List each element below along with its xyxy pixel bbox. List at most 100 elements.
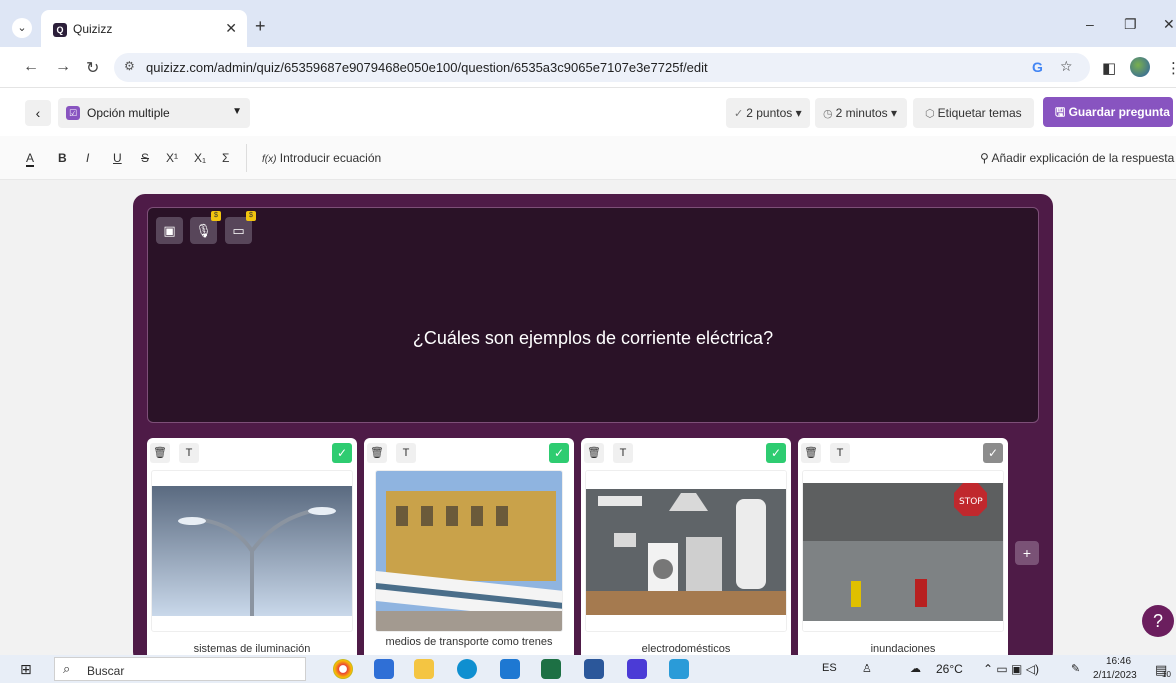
add-answer-button[interactable]: + <box>1015 541 1039 565</box>
minimize-icon[interactable]: – <box>1086 16 1094 32</box>
clock-date[interactable]: 2/11/2023 <box>1093 670 1137 681</box>
mail-icon[interactable] <box>500 659 520 679</box>
bookmark-star-icon[interactable]: ☆ <box>1060 58 1073 75</box>
help-button[interactable]: ? <box>1142 605 1174 637</box>
clock-time[interactable]: 16:46 <box>1106 656 1131 667</box>
answer-option[interactable]: 🗑 T ✓ medios de transporte como trenes <box>364 438 574 678</box>
new-tab-button[interactable]: + <box>255 16 266 37</box>
store-icon[interactable] <box>374 659 394 679</box>
correct-toggle-icon[interactable]: ✓ <box>549 443 569 463</box>
underline-button[interactable]: U <box>113 151 122 165</box>
weather-icon[interactable]: ☁ <box>910 662 921 675</box>
math-symbols-button[interactable]: Σ <box>222 151 229 165</box>
microphone-icon[interactable]: 🎙 $ <box>190 211 221 244</box>
points-dropdown[interactable]: ✓ 2 puntos ▾ <box>726 98 810 128</box>
save-question-button[interactable]: 🖫 Guardar pregunta <box>1043 97 1173 127</box>
question-type-dropdown[interactable]: ☑ Opción multiple ▼ <box>58 98 250 128</box>
bold-button[interactable]: B <box>58 151 67 165</box>
check-icon: ✓ <box>734 108 744 120</box>
browser-menu-icon[interactable]: ⋮ <box>1166 59 1176 77</box>
answer-text[interactable]: electrodomésticos <box>581 643 791 655</box>
system-tray-icons[interactable]: ⌃ ▭ ▣ ◁) <box>983 662 1039 676</box>
windows-start-icon[interactable]: ⊞ <box>20 661 32 678</box>
language-indicator[interactable]: ES <box>822 662 837 674</box>
flood-image: STOP <box>802 470 1004 632</box>
windows-taskbar: ⊞ ⌕ Buscar ES ♙ ☁ 26°C ⌃ ▭ ▣ ◁) ✎ 16:46 … <box>0 655 1176 683</box>
profile-avatar[interactable] <box>1130 57 1150 77</box>
excel-icon[interactable] <box>541 659 561 679</box>
text-format-icon[interactable]: T <box>830 443 850 463</box>
site-settings-icon[interactable]: ⚙ <box>124 59 135 73</box>
search-icon: ⌕ <box>63 661 71 676</box>
photos-icon[interactable] <box>669 659 689 679</box>
subscript-button[interactable]: X₁ <box>194 151 206 165</box>
app-icon[interactable] <box>627 659 647 679</box>
add-explanation-button[interactable]: ⚲ Añadir explicación de la respuesta <box>980 151 1174 165</box>
question-text[interactable]: ¿Cuáles son ejemplos de corriente eléctr… <box>148 328 1038 349</box>
browser-tab-strip: ⌄ Q Quizizz ✕ + – ❐ ✕ <box>0 0 1176 47</box>
side-panel-icon[interactable]: ◧ <box>1102 59 1116 77</box>
save-icon: 🖫 <box>1055 105 1066 119</box>
answer-text[interactable]: medios de transporte como trenes <box>364 636 574 648</box>
edge-icon[interactable] <box>457 659 477 679</box>
back-button[interactable]: ‹ <box>25 100 51 126</box>
time-dropdown[interactable]: ◷ 2 minutos ▾ <box>815 98 907 128</box>
forward-icon[interactable]: → <box>55 58 71 76</box>
caret-down-icon: ▼ <box>232 106 242 117</box>
word-icon[interactable] <box>584 659 604 679</box>
chrome-icon[interactable] <box>333 659 353 679</box>
insert-equation-button[interactable]: f(x) Introducir ecuación <box>262 151 381 165</box>
tab-close-icon[interactable]: ✕ <box>225 20 237 37</box>
text-color-button[interactable]: A <box>26 151 35 167</box>
notification-count: 10 <box>1162 670 1171 679</box>
question-box[interactable]: ▣ 🎙 $ ▭ $ ¿Cuáles son ejemplos de corrie… <box>147 207 1039 423</box>
quizizz-favicon-icon: Q <box>53 23 67 37</box>
appliances-image <box>585 470 787 632</box>
answer-option[interactable]: 🗑 T ✓ STOP inundaciones <box>798 438 1008 678</box>
function-icon: f(x) <box>262 154 277 165</box>
reload-icon[interactable]: ↻ <box>86 58 99 78</box>
image-icon[interactable]: ▣ <box>156 217 183 244</box>
save-label: Guardar pregunta <box>1068 105 1170 119</box>
video-icon[interactable]: ▭ $ <box>225 211 256 244</box>
restore-icon[interactable]: ❐ <box>1124 16 1137 33</box>
taskbar-search[interactable]: ⌕ Buscar <box>54 657 306 681</box>
correct-toggle-icon[interactable]: ✓ <box>332 443 352 463</box>
back-icon[interactable]: ← <box>23 58 39 76</box>
answer-option[interactable]: 🗑 T ✓ sistemas de iluminación <box>147 438 357 678</box>
answer-text[interactable]: sistemas de iluminación <box>147 643 357 655</box>
text-format-icon[interactable]: T <box>396 443 416 463</box>
people-icon[interactable]: ♙ <box>862 662 872 675</box>
answer-option[interactable]: 🗑 T ✓ electrodomésticos <box>581 438 791 678</box>
insert-equation-label: Introducir ecuación <box>279 151 382 165</box>
file-explorer-icon[interactable] <box>414 659 434 679</box>
multiple-choice-icon: ☑ <box>66 106 80 120</box>
incorrect-toggle-icon[interactable]: ✓ <box>983 443 1003 463</box>
strikethrough-button[interactable]: S <box>141 151 149 165</box>
tag-topics-button[interactable]: ⬡ Etiquetar temas <box>913 98 1034 128</box>
correct-toggle-icon[interactable]: ✓ <box>766 443 786 463</box>
delete-icon[interactable]: 🗑 <box>801 443 821 463</box>
svg-text:STOP: STOP <box>959 497 983 507</box>
browser-tab[interactable]: Q Quizizz ✕ <box>41 10 247 47</box>
text-format-icon[interactable]: T <box>179 443 199 463</box>
delete-icon[interactable]: 🗑 <box>584 443 604 463</box>
tab-search-chevron-icon[interactable]: ⌄ <box>12 18 32 38</box>
italic-button[interactable]: I <box>86 151 89 165</box>
delete-icon[interactable]: 🗑 <box>367 443 387 463</box>
weather-temp[interactable]: 26°C <box>936 662 963 676</box>
google-translate-icon[interactable]: G <box>1032 59 1043 75</box>
clock-icon: ◷ <box>823 108 833 120</box>
question-type-label: Opción multiple <box>87 106 170 120</box>
answer-text[interactable]: inundaciones <box>798 643 1008 655</box>
formatting-toolbar: A B I U S X¹ X₁ Σ f(x) Introducir ecuaci… <box>0 136 1176 180</box>
tab-title: Quizizz <box>73 22 113 36</box>
pen-icon[interactable]: ✎ <box>1071 662 1080 675</box>
premium-badge-icon: $ <box>246 211 256 221</box>
close-window-icon[interactable]: ✕ <box>1163 16 1175 33</box>
delete-icon[interactable]: 🗑 <box>150 443 170 463</box>
tram-image <box>375 470 563 632</box>
url-input[interactable]: ⚙ quizizz.com/admin/quiz/65359687e907946… <box>114 53 1090 82</box>
text-format-icon[interactable]: T <box>613 443 633 463</box>
superscript-button[interactable]: X¹ <box>166 151 178 165</box>
